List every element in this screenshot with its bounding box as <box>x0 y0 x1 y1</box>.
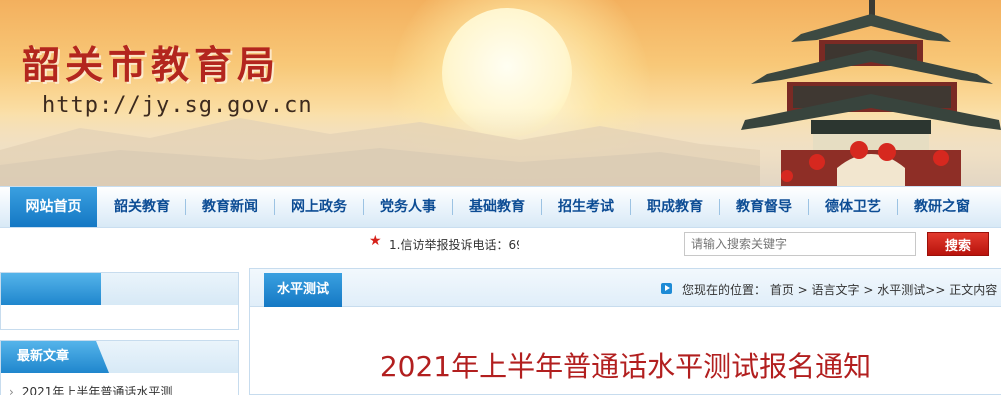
breadcrumb-prefix: 您现在的位置： <box>682 283 767 297</box>
sidebar-box <box>0 272 239 330</box>
breadcrumb-home[interactable]: 首页 <box>770 283 794 297</box>
nav-item-online-affairs[interactable]: 网上政务 <box>276 187 362 227</box>
nav-item-education-supervision[interactable]: 教育督导 <box>721 187 807 227</box>
nav-item-education-news[interactable]: 教育新闻 <box>187 187 273 227</box>
main-nav: 网站首页 韶关教育 教育新闻 网上政务 党务人事 基础教育 招生考试 职成教育 … <box>0 186 1001 228</box>
nav-divider <box>274 199 275 215</box>
tower-illustration <box>741 0 1001 186</box>
article-panel: 水平测试 您现在的位置： 首页 > 语言文字 > 水平测试>> 正文内容 202… <box>249 268 1001 395</box>
nav-divider <box>808 199 809 215</box>
search-input[interactable] <box>684 232 916 256</box>
nav-item-basic-education[interactable]: 基础教育 <box>454 187 540 227</box>
nav-item-moral-sports-health-art[interactable]: 德体卫艺 <box>810 187 896 227</box>
search-button[interactable]: 搜索 <box>927 232 989 256</box>
nav-divider <box>541 199 542 215</box>
list-item[interactable]: › 2021年上半年普通话水平测 <box>9 383 172 395</box>
nav-item-shaoguan-education[interactable]: 韶关教育 <box>100 187 184 227</box>
bullet-icon: › <box>9 385 14 395</box>
latest-articles-header: 最新文章 <box>1 341 238 373</box>
nav-item-vocational-education[interactable]: 职成教育 <box>632 187 718 227</box>
latest-articles-box: 最新文章 › 2021年上半年普通话水平测 <box>0 340 239 395</box>
latest-articles-title: 最新文章 <box>1 341 109 373</box>
article-title: 2021年上半年普通话水平测试报名通知 <box>379 350 872 383</box>
location-arrow-icon <box>661 283 672 294</box>
star-icon: ★ <box>369 233 382 249</box>
category-tab[interactable]: 水平测试 <box>264 273 342 307</box>
breadcrumb-current: 正文内容 <box>949 283 998 297</box>
nav-divider <box>452 199 453 215</box>
nav-item-admissions-exams[interactable]: 招生考试 <box>543 187 629 227</box>
breadcrumb-separator: > <box>859 283 878 297</box>
site-url: http://jy.sg.gov.cn <box>42 93 313 118</box>
nav-item-party-personnel[interactable]: 党务人事 <box>365 187 451 227</box>
nav-divider <box>630 199 631 215</box>
nav-item-teaching-research[interactable]: 教研之窗 <box>899 187 985 227</box>
sidebar-box-header <box>1 273 238 305</box>
breadcrumb-level-test[interactable]: 水平测试 <box>877 283 925 297</box>
nav-divider <box>185 199 186 215</box>
header-banner: 韶关市教育局 http://jy.sg.gov.cn <box>0 0 1001 186</box>
sidebar-box-tab <box>1 273 101 305</box>
breadcrumb-separator: >> <box>925 283 950 297</box>
nav-divider <box>363 199 364 215</box>
nav-divider <box>719 199 720 215</box>
breadcrumb-separator: > <box>793 283 812 297</box>
article-panel-header: 水平测试 您现在的位置： 首页 > 语言文字 > 水平测试>> 正文内容 <box>250 269 1001 307</box>
nav-item-home[interactable]: 网站首页 <box>10 187 97 227</box>
notice-ticker[interactable]: 1.信访举报投诉电话：69 <box>389 236 519 253</box>
info-bar: ★ 1.信访举报投诉电话：69 搜索 <box>0 228 1001 260</box>
latest-article-link[interactable]: 2021年上半年普通话水平测 <box>22 385 173 395</box>
site-title-logo: 韶关市教育局 <box>22 42 281 87</box>
nav-divider <box>897 199 898 215</box>
breadcrumb: 您现在的位置： 首页 > 语言文字 > 水平测试>> 正文内容 <box>682 281 997 298</box>
breadcrumb-language[interactable]: 语言文字 <box>812 283 860 297</box>
